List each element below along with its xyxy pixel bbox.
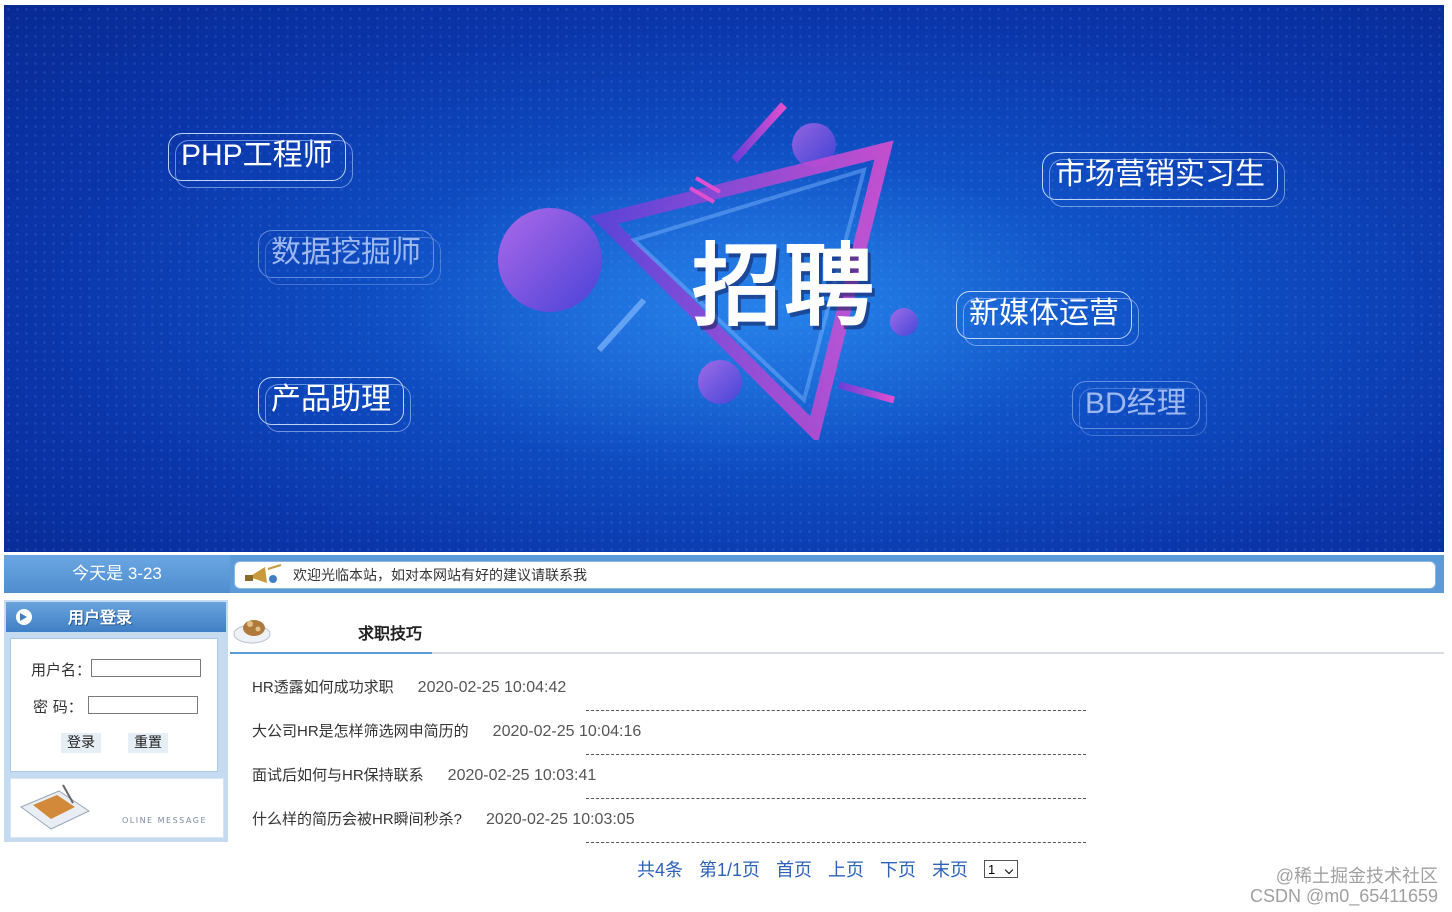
food-plate-icon bbox=[233, 620, 271, 644]
article-item[interactable]: 大公司HR是怎样筛选网申简历的 2020-02-25 10:04:16 bbox=[252, 719, 641, 745]
login-panel: 用户登录 用户名： 密 码： 登录 重置 OLINE MESSAGE bbox=[4, 600, 228, 842]
article-divider bbox=[586, 710, 1086, 711]
username-label: 用户名： bbox=[31, 661, 92, 679]
section-tab-underline bbox=[230, 652, 432, 654]
job-tag-product-assistant: 产品助理 bbox=[258, 377, 411, 432]
article-date: 2020-02-25 10:04:42 bbox=[417, 679, 567, 696]
article-item[interactable]: HR透露如何成功求职 2020-02-25 10:04:42 bbox=[252, 675, 566, 701]
watermark: @稀土掘金技术社区 CSDN @m0_65411659 bbox=[1250, 866, 1438, 906]
recruitment-banner: 招聘 PHP工程师 数据挖掘师 产品助理 市场营销实习生 新媒体运营 BD经理 bbox=[4, 5, 1444, 552]
article-divider bbox=[586, 842, 1086, 843]
job-tag-new-media: 新媒体运营 bbox=[956, 291, 1139, 346]
login-button[interactable]: 登录 bbox=[61, 733, 101, 753]
pager-total: 共4条 bbox=[637, 860, 684, 880]
job-tag-marketing-intern: 市场营销实习生 bbox=[1042, 152, 1285, 207]
password-input[interactable] bbox=[88, 696, 198, 714]
banner-headline: 招聘 bbox=[692, 234, 876, 339]
pagination: 共4条 第1/1页 首页 上页 下页 末页 1 bbox=[637, 857, 1034, 883]
reset-button[interactable]: 重置 bbox=[128, 733, 168, 753]
article-item[interactable]: 什么样的简历会被HR瞬间秒杀? 2020-02-25 10:03:05 bbox=[252, 807, 635, 833]
page-select[interactable]: 1 bbox=[984, 860, 1019, 879]
article-divider bbox=[586, 798, 1086, 799]
online-message-caption: OLINE MESSAGE bbox=[121, 816, 207, 825]
watermark-line-1: @稀土掘金技术社区 bbox=[1275, 866, 1438, 886]
horn-icon bbox=[245, 564, 282, 583]
section-title: 求职技巧 bbox=[358, 624, 423, 643]
pager-next-link[interactable]: 下页 bbox=[880, 860, 916, 880]
message-tray-icon bbox=[19, 784, 91, 830]
section-header: 求职技巧 bbox=[230, 600, 1444, 654]
login-form: 用户名： 密 码： 登录 重置 bbox=[10, 638, 218, 772]
job-tag-data-mining: 数据挖掘师 bbox=[258, 230, 441, 285]
password-label: 密 码： bbox=[33, 698, 83, 716]
job-tag-php: PHP工程师 bbox=[168, 133, 353, 188]
watermark-line-2: CSDN @m0_65411659 bbox=[1249, 886, 1438, 906]
arrow-right-icon bbox=[16, 609, 32, 625]
article-title[interactable]: HR透露如何成功求职 bbox=[252, 679, 394, 696]
date-display: 今天是 3-23 bbox=[4, 555, 230, 593]
pager-current-page: 第1/1页 bbox=[699, 860, 761, 880]
article-title[interactable]: 大公司HR是怎样筛选网申简历的 bbox=[252, 723, 469, 740]
pager-last-link[interactable]: 末页 bbox=[932, 860, 968, 880]
job-tag-bd-manager: BD经理 bbox=[1072, 381, 1207, 436]
article-date: 2020-02-25 10:03:41 bbox=[447, 767, 597, 784]
online-message-box[interactable]: OLINE MESSAGE bbox=[10, 778, 224, 838]
notice-text: 欢迎光临本站，如对本网站有好的建议请联系我 bbox=[293, 567, 587, 583]
username-input[interactable] bbox=[91, 659, 201, 677]
pager-first-link[interactable]: 首页 bbox=[776, 860, 812, 880]
article-title[interactable]: 面试后如何与HR保持联系 bbox=[252, 767, 424, 784]
pager-prev-link[interactable]: 上页 bbox=[828, 860, 864, 880]
article-divider bbox=[586, 754, 1086, 755]
article-item[interactable]: 面试后如何与HR保持联系 2020-02-25 10:03:41 bbox=[252, 763, 596, 789]
info-bar: 今天是 3-23 欢迎光临本站，如对本网站有好的建议请联系我 bbox=[4, 555, 1444, 593]
article-date: 2020-02-25 10:04:16 bbox=[492, 723, 642, 740]
article-date: 2020-02-25 10:03:05 bbox=[486, 811, 635, 828]
login-title: 用户登录 bbox=[68, 608, 133, 627]
notice-marquee: 欢迎光临本站，如对本网站有好的建议请联系我 bbox=[234, 561, 1436, 589]
login-header: 用户登录 bbox=[6, 602, 226, 632]
article-title[interactable]: 什么样的简历会被HR瞬间秒杀? bbox=[252, 811, 462, 828]
